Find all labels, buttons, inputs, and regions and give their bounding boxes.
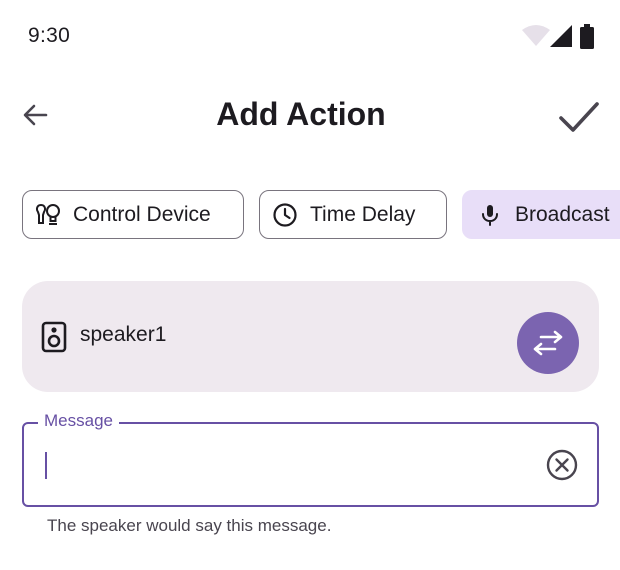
speaker-icon <box>41 321 67 353</box>
page-title-text: Add Action <box>216 96 386 132</box>
chip-label: Broadcast <box>515 202 610 226</box>
swap-device-button[interactable] <box>517 312 579 374</box>
top-app-bar: Add Action <box>0 80 620 152</box>
page-title: Add Action <box>0 94 620 134</box>
check-icon <box>559 102 599 132</box>
clear-circle-icon <box>546 449 578 481</box>
clear-message-button[interactable] <box>545 448 579 482</box>
message-input[interactable] <box>42 446 532 482</box>
confirm-button[interactable] <box>552 90 606 144</box>
clock-icon <box>272 202 298 228</box>
text-cursor <box>45 452 47 479</box>
device-name: speaker1 <box>80 323 167 346</box>
mic-icon <box>477 202 503 228</box>
chip-control-device[interactable]: Control Device <box>22 190 244 239</box>
wifi-icon <box>522 25 550 46</box>
action-type-chips: Control Device Time Delay Broadcast <box>0 190 620 240</box>
status-icons <box>522 24 598 50</box>
status-bar: 9:30 <box>0 0 620 72</box>
message-field-label: Message <box>38 410 119 432</box>
device-card[interactable]: speaker1 <box>22 281 599 392</box>
battery-icon <box>580 24 594 49</box>
bulb-icon <box>35 202 61 228</box>
chip-label: Time Delay <box>310 202 416 226</box>
chip-broadcast[interactable]: Broadcast <box>462 190 620 239</box>
message-helper-text: The speaker would say this message. <box>47 516 332 535</box>
swap-arrows-icon <box>533 330 563 356</box>
message-field[interactable]: Message <box>22 410 599 507</box>
chip-label: Control Device <box>73 202 211 226</box>
chip-time-delay[interactable]: Time Delay <box>259 190 447 239</box>
status-time: 9:30 <box>28 24 71 47</box>
cellular-signal-icon <box>550 25 572 47</box>
